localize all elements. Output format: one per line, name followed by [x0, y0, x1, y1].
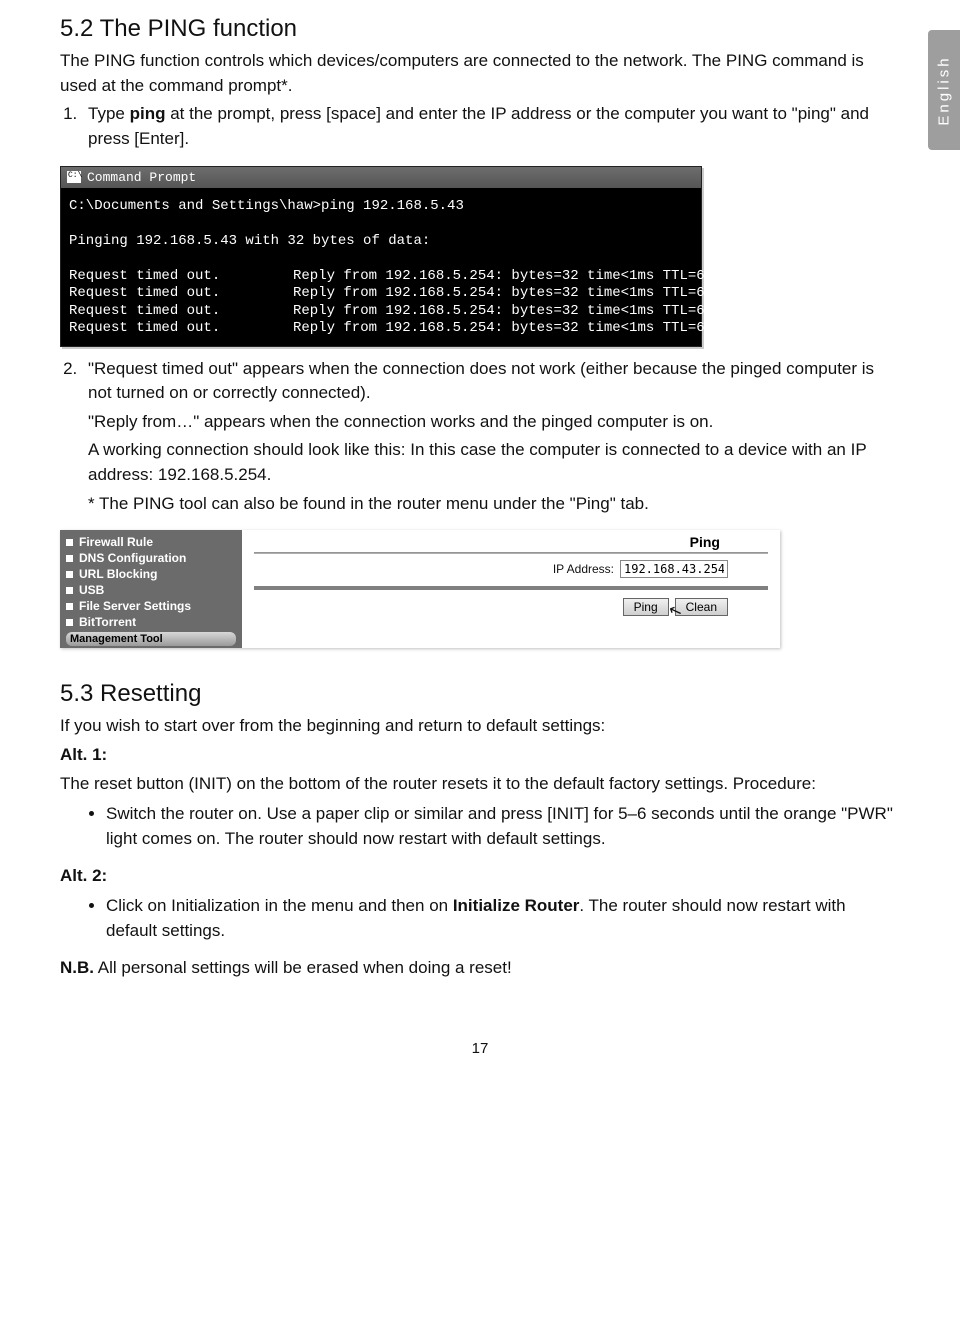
section-5-2-heading: 5.2 The PING function	[60, 15, 900, 43]
cmd-icon	[67, 171, 81, 183]
language-tab-label: English	[936, 55, 953, 125]
ip-address-input[interactable]	[620, 560, 728, 578]
page-number: 17	[60, 1040, 900, 1057]
ip-address-label: IP Address:	[553, 562, 614, 576]
step-1: Type ping at the prompt, press [space] a…	[82, 102, 900, 151]
sidebar-item-bittorrent[interactable]: BitTorrent	[66, 614, 236, 630]
bullet-icon	[66, 539, 73, 546]
section-5-3-heading: 5.3 Resetting	[60, 680, 900, 708]
bullet-icon	[66, 587, 73, 594]
bullet-icon	[66, 571, 73, 578]
step-2: "Request timed out" appears when the con…	[82, 357, 900, 517]
sidebar-item-dns[interactable]: DNS Configuration	[66, 550, 236, 566]
alt-1-label: Alt. 1:	[60, 743, 900, 768]
router-page-title: Ping	[254, 534, 768, 550]
nb-note: N.B. All personal settings will be erase…	[60, 956, 900, 981]
ping-button[interactable]: Ping	[623, 598, 669, 616]
divider	[254, 586, 768, 590]
bullet-icon	[66, 603, 73, 610]
language-tab: English	[928, 30, 960, 150]
command-prompt-titlebar: Command Prompt	[61, 167, 701, 188]
router-ping-screenshot: Firewall Rule DNS Configuration URL Bloc…	[60, 530, 780, 648]
alt-1-step: Switch the router on. Use a paper clip o…	[106, 802, 900, 851]
alt-1-text: The reset button (INIT) on the bottom of…	[60, 772, 900, 797]
sidebar-item-file-server[interactable]: File Server Settings	[66, 598, 236, 614]
bullet-icon	[66, 619, 73, 626]
sidebar-item-usb[interactable]: USB	[66, 582, 236, 598]
divider	[254, 552, 768, 554]
section-5-3-intro: If you wish to start over from the begin…	[60, 714, 900, 739]
alt-2-label: Alt. 2:	[60, 864, 900, 889]
router-sidebar: Firewall Rule DNS Configuration URL Bloc…	[60, 530, 242, 648]
router-main-panel: Ping IP Address: Ping Clean ↖	[242, 530, 780, 648]
sidebar-item-url-blocking[interactable]: URL Blocking	[66, 566, 236, 582]
command-prompt-body: C:\Documents and Settings\haw>ping 192.1…	[61, 188, 701, 346]
section-5-2-intro: The PING function controls which devices…	[60, 49, 900, 98]
sidebar-item-firewall[interactable]: Firewall Rule	[66, 534, 236, 550]
command-prompt-window: Command Prompt C:\Documents and Settings…	[60, 166, 702, 347]
bullet-icon	[66, 555, 73, 562]
alt-2-step: Click on Initialization in the menu and …	[106, 894, 900, 943]
command-prompt-title: Command Prompt	[87, 170, 196, 185]
sidebar-item-management-tool[interactable]: Management Tool	[66, 632, 236, 646]
cursor-icon: ↖	[667, 604, 683, 619]
